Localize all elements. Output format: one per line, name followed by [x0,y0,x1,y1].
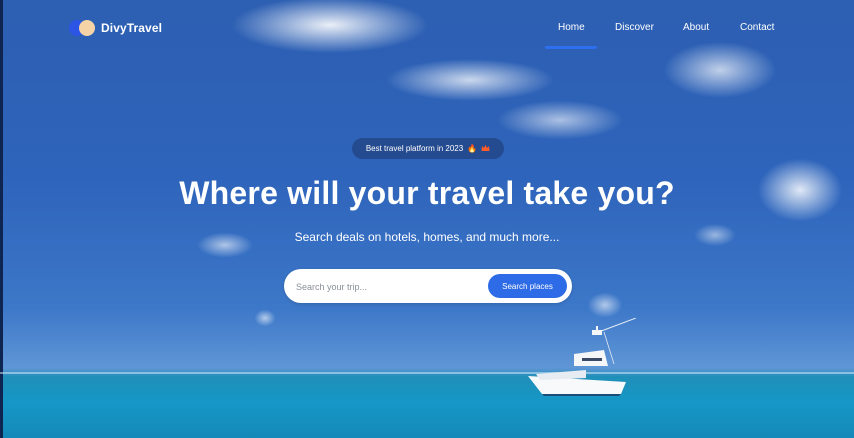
nav-item-about[interactable]: About [683,22,709,33]
fire-icon: 🔥 [467,144,478,153]
active-nav-indicator [545,46,597,49]
site-header: DivyTravel Home Discover About Contact [0,0,854,56]
hero-subtitle: Search deals on hotels, homes, and much … [294,230,560,244]
nav-item-home[interactable]: Home [558,22,585,33]
search-bar: Search places [284,269,572,303]
boat-icon [528,318,636,396]
hero-title: Where will your travel take you? [179,175,675,211]
search-input[interactable] [294,277,488,297]
crown-icon [481,144,490,154]
main-nav: Home Discover About Contact [0,22,854,42]
badge-text: Best travel platform in 2023 [365,144,464,153]
nav-item-discover[interactable]: Discover [615,22,654,33]
promo-badge: Best travel platform in 2023 🔥 [352,138,504,159]
search-places-button[interactable]: Search places [488,274,567,298]
nav-item-contact[interactable]: Contact [740,22,774,33]
sea-horizon [0,372,854,374]
